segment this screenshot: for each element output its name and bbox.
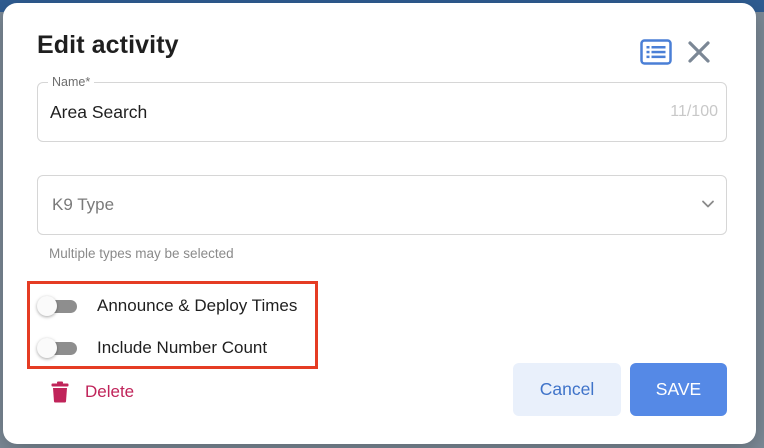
announce-deploy-switch[interactable] xyxy=(37,295,77,317)
k9-type-placeholder: K9 Type xyxy=(52,195,115,214)
dialog-title: Edit activity xyxy=(37,31,179,59)
switch-thumb xyxy=(37,338,57,358)
chevron-down-icon xyxy=(702,200,714,208)
edit-activity-dialog: Edit activity Name* 11/100 K9 Type Multi… xyxy=(3,3,756,444)
trash-icon xyxy=(51,381,69,403)
name-input[interactable] xyxy=(50,83,650,141)
include-number-count-switch[interactable] xyxy=(37,337,77,359)
name-field[interactable]: Name* 11/100 xyxy=(37,75,727,142)
character-counter: 11/100 xyxy=(670,103,718,120)
delete-button[interactable]: Delete xyxy=(51,377,134,407)
toggle-include-number-count[interactable]: Include Number Count xyxy=(37,334,267,362)
toggle-label: Include Number Count xyxy=(97,338,268,357)
k9-type-helper-text: Multiple types may be selected xyxy=(49,246,234,261)
delete-label: Delete xyxy=(85,382,135,401)
save-button[interactable]: SAVE xyxy=(630,363,727,416)
cancel-button[interactable]: Cancel xyxy=(513,363,621,416)
k9-type-select[interactable]: K9 Type xyxy=(37,175,727,235)
toggle-label: Announce & Deploy Times xyxy=(97,296,298,315)
switch-thumb xyxy=(37,296,57,316)
list-icon xyxy=(640,39,672,65)
list-view-button[interactable] xyxy=(638,34,674,70)
close-icon xyxy=(688,41,710,63)
toggle-announce-deploy-times[interactable]: Announce & Deploy Times xyxy=(37,292,297,320)
close-button[interactable] xyxy=(681,34,717,70)
